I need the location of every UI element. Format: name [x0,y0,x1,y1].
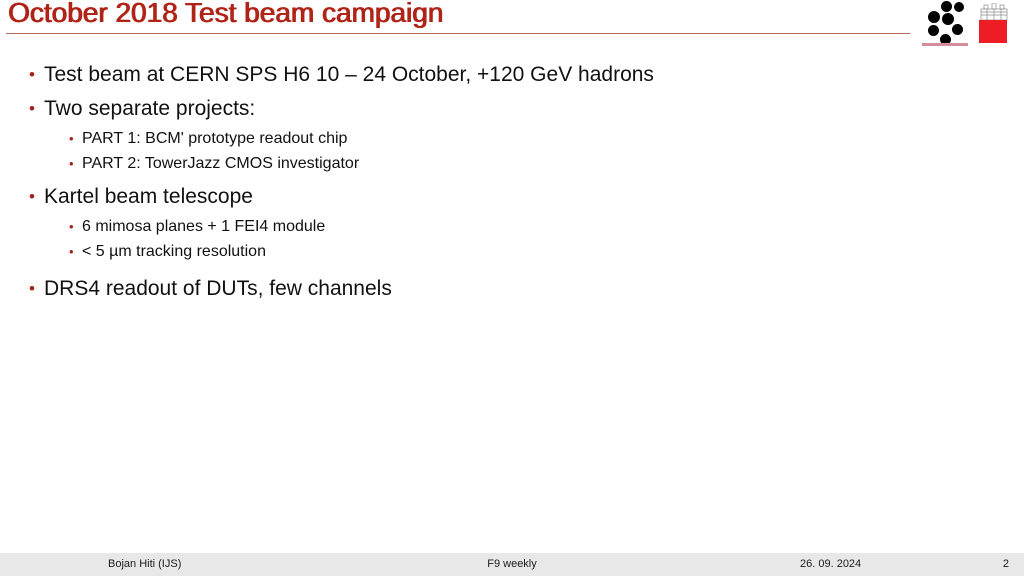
bullet-text: < 5 µm tracking resolution [82,243,266,260]
bullet-text: Two separate projects: [44,97,256,120]
sub-bullet-item: • 6 mimosa planes + 1 FEI4 module [0,214,1024,239]
bullet-item: • Test beam at CERN SPS H6 10 – 24 Octob… [0,58,1024,92]
bullet-text: 6 mimosa planes + 1 FEI4 module [82,218,326,235]
ijs-logo-dot [942,13,954,25]
ijs-logo-dot [941,1,952,12]
bullet-marker-icon: • [69,131,74,146]
bullet-marker-icon: • [29,187,35,206]
bullet-item: • Kartel beam telescope [0,180,1024,214]
ijs-logo [922,0,970,46]
bullet-item: • Two separate projects: [0,92,1024,126]
sub-bullet-item: • PART 1: BCM' prototype readout chip [0,126,1024,151]
bullet-item: • DRS4 readout of DUTs, few channels [0,272,1024,306]
footer-page-number: 2 [1002,558,1009,570]
ijs-logo-dot [952,24,963,35]
bullet-marker-icon: • [29,279,35,298]
title-divider [6,33,910,34]
ijs-logo-dot [954,2,964,12]
slide-footer: Bojan Hiti (IJS) F9 weekly 26. 09. 2024 … [0,553,1024,576]
bullet-marker-icon: • [69,219,74,234]
bullet-text: PART 1: BCM' prototype readout chip [82,130,348,147]
slide-canvas: October 2018 Test beam campaign • Test b… [0,0,1024,576]
ijs-logo-dot [928,11,940,23]
bullet-text: Test beam at CERN SPS H6 10 – 24 October… [44,63,654,86]
ijs-logo-dot [928,25,939,36]
page-title: October 2018 Test beam campaign [8,0,444,28]
bullet-text: PART 2: TowerJazz CMOS investigator [82,155,360,172]
university-logo-block [979,20,1007,43]
sub-bullet-item: • PART 2: TowerJazz CMOS investigator [0,151,1024,176]
bullet-marker-icon: • [69,156,74,171]
bullet-text: DRS4 readout of DUTs, few channels [44,277,392,300]
bullet-marker-icon: • [69,244,74,259]
slide-body: • Test beam at CERN SPS H6 10 – 24 Octob… [0,58,1024,306]
logo-group [922,0,1018,46]
sub-bullet-item: • < 5 µm tracking resolution [0,239,1024,264]
ijs-logo-underbar [922,43,968,46]
bullet-marker-icon: • [29,65,35,84]
bullet-marker-icon: • [29,99,35,118]
university-crest-icon [979,3,1009,20]
bullet-text: Kartel beam telescope [44,185,253,208]
slide-header: October 2018 Test beam campaign [0,0,1024,40]
university-ljubljana-logo [978,3,1010,45]
